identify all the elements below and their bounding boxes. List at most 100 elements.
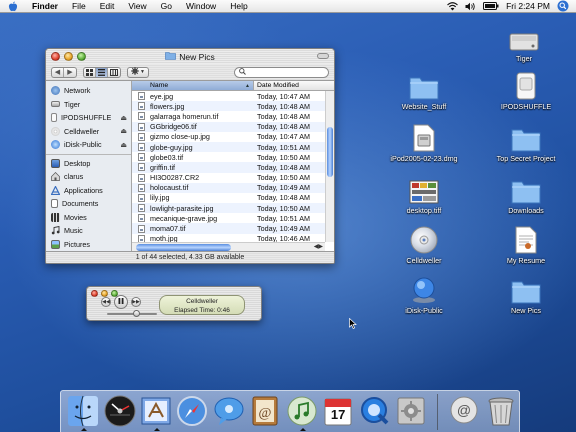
desktop-icon-top-secret-project[interactable]: Top Secret Project — [486, 120, 566, 163]
fast-forward-button[interactable]: ▶▶ — [131, 297, 141, 307]
menu-file[interactable]: File — [65, 0, 93, 13]
sidebar-item-desktop[interactable]: Desktop — [46, 157, 131, 171]
sidebar-item-applications[interactable]: Applications — [46, 184, 131, 198]
dock-system-preferences[interactable] — [394, 394, 428, 429]
column-header-date-modified[interactable]: Date Modified — [254, 81, 334, 90]
dock-itunes[interactable] — [285, 394, 319, 431]
dock-url-stack[interactable]: @ — [447, 394, 481, 429]
file-icon — [138, 92, 145, 101]
column-view-button[interactable] — [108, 68, 120, 77]
sidebar-item-pictures[interactable]: Pictures — [46, 238, 131, 252]
dock-ichat[interactable] — [212, 394, 246, 429]
pause-button[interactable] — [114, 295, 128, 309]
file-row[interactable]: mecanique-grave.jpg Today, 10:51 AM — [132, 213, 334, 223]
dock-mail[interactable] — [139, 394, 173, 431]
menu-go[interactable]: Go — [154, 0, 179, 13]
file-row[interactable]: HI3O0287.CR2 Today, 10:50 AM — [132, 173, 334, 183]
sidebar-item-tiger[interactable]: Tiger — [46, 98, 131, 112]
file-row[interactable]: holocaust.tif Today, 10:49 AM — [132, 182, 334, 193]
sidebar-item-documents[interactable]: Documents — [46, 197, 131, 211]
sidebar-item-music[interactable]: Music — [46, 224, 131, 238]
desktop-icon-celldweller[interactable]: Celldweller — [384, 222, 464, 265]
search-input[interactable] — [234, 66, 329, 78]
sidebar-item-clarus[interactable]: clarus — [46, 170, 131, 184]
desktop-icon-new-pics[interactable]: New Pics — [486, 272, 566, 315]
desktop-icon-downloads[interactable]: Downloads — [486, 172, 566, 215]
harddrive-icon — [509, 20, 539, 52]
sidebar-item-movies[interactable]: Movies — [46, 211, 131, 225]
file-row[interactable]: globe-guy.jpg Today, 10:51 AM — [132, 141, 334, 153]
dock-address-book[interactable]: @ — [248, 394, 282, 429]
dock-safari[interactable] — [175, 394, 209, 429]
eject-icon[interactable]: ⏏ — [120, 141, 127, 149]
menu-finder[interactable]: Finder — [25, 0, 65, 13]
sidebar-item-ipodshuffle[interactable]: IPODSHUFFLE ⏏ — [46, 111, 131, 125]
file-row[interactable]: globe03.tif Today, 10:50 AM — [132, 152, 334, 162]
desktop-icon-my-resume[interactable]: My Resume — [486, 222, 566, 265]
scroll-arrows-icon[interactable]: ◀▶ — [314, 243, 323, 250]
cd-icon — [410, 222, 438, 254]
minimize-button[interactable] — [64, 52, 73, 61]
desktop-icon-label: Website_Stuff — [401, 102, 447, 111]
desktop-icon-desktop-tiff[interactable]: desktop.tiff — [384, 172, 464, 215]
apple-icon[interactable] — [7, 0, 19, 12]
file-row[interactable]: griffin.tif Today, 10:48 AM — [132, 162, 334, 173]
toolbar-toggle-button[interactable] — [317, 53, 329, 59]
dock-quicktime[interactable] — [357, 394, 391, 429]
file-row[interactable]: GGbridge06.tif Today, 10:48 AM — [132, 121, 334, 132]
documents-icon — [51, 199, 58, 209]
desktop-icon-tiger[interactable]: Tiger — [484, 20, 564, 63]
desktop-icon-ipod-dmg[interactable]: iPod2005-02-23.dmg — [384, 120, 464, 163]
column-header-name[interactable]: Name ▲ — [132, 81, 254, 90]
close-button[interactable] — [51, 52, 60, 61]
forward-button[interactable]: ▶ — [64, 68, 76, 77]
zoom-button[interactable] — [77, 52, 86, 61]
file-row[interactable]: moma07.tif Today, 10:49 AM — [132, 223, 334, 234]
file-icon — [138, 193, 145, 202]
file-row[interactable]: eye.jpg Today, 10:47 AM — [132, 91, 334, 101]
volume-icon[interactable] — [465, 2, 476, 11]
action-menu-button[interactable]: ▼ — [127, 66, 149, 78]
volume-slider[interactable] — [107, 310, 157, 317]
desktop-icon-ipodshuffle[interactable]: IPODSHUFFLE — [486, 68, 566, 111]
file-row[interactable]: lowlight-parasite.jpg Today, 10:50 AM — [132, 203, 334, 214]
back-forward-buttons: ◀ ▶ — [51, 66, 77, 78]
file-row[interactable]: flowers.jpg Today, 10:48 AM — [132, 101, 334, 112]
dock-ical[interactable]: 17 — [321, 394, 355, 429]
vertical-scrollbar[interactable] — [325, 91, 334, 242]
list-view-button[interactable] — [96, 67, 108, 77]
rewind-button[interactable]: ◀◀ — [101, 297, 111, 307]
back-button[interactable]: ◀ — [52, 67, 64, 77]
sidebar-item-network[interactable]: Network — [46, 84, 131, 98]
menu-help[interactable]: Help — [223, 0, 254, 13]
desktop-icon-idisk-public[interactable]: iDisk-Public — [384, 272, 464, 315]
desktop-icon-website-stuff[interactable]: Website_Stuff — [384, 68, 464, 111]
dock-dashboard[interactable] — [102, 394, 136, 429]
scroll-thumb[interactable] — [136, 244, 231, 251]
wifi-icon[interactable] — [447, 1, 458, 11]
file-row[interactable]: gizmo close-up.jpg Today, 10:47 AM — [132, 132, 334, 142]
dock-trash[interactable] — [484, 394, 518, 429]
icon-view-button[interactable] — [84, 67, 96, 77]
menu-window[interactable]: Window — [179, 0, 223, 13]
file-row[interactable]: lily.jpg Today, 10:48 AM — [132, 193, 334, 203]
menu-view[interactable]: View — [121, 0, 153, 13]
dock-finder[interactable] — [66, 394, 100, 431]
file-row[interactable]: galarraga homerun.tif Today, 10:48 AM — [132, 111, 334, 121]
sidebar-item-idisk-public[interactable]: iDisk-Public ⏏ — [46, 138, 131, 152]
volume-knob[interactable] — [133, 310, 140, 317]
spotlight-icon[interactable] — [557, 0, 569, 12]
sidebar-item-label: Movies — [64, 212, 87, 222]
eject-icon[interactable]: ⏏ — [120, 127, 127, 135]
close-button[interactable] — [91, 290, 98, 297]
clock[interactable]: Fri 2:24 PM — [506, 1, 550, 11]
window-titlebar[interactable]: New Pics — [46, 49, 334, 64]
battery-icon[interactable] — [483, 2, 499, 10]
desktop-icon-label: My Resume — [506, 256, 546, 265]
sidebar-item-label: Desktop — [64, 158, 91, 168]
menu-edit[interactable]: Edit — [93, 0, 122, 13]
now-playing-display[interactable]: Celldweller Elapsed Time: 0:46 — [159, 295, 245, 315]
sidebar-item-celldweller[interactable]: Celldweller ⏏ — [46, 125, 131, 139]
eject-icon[interactable]: ⏏ — [120, 114, 127, 122]
scroll-thumb[interactable] — [327, 127, 333, 177]
